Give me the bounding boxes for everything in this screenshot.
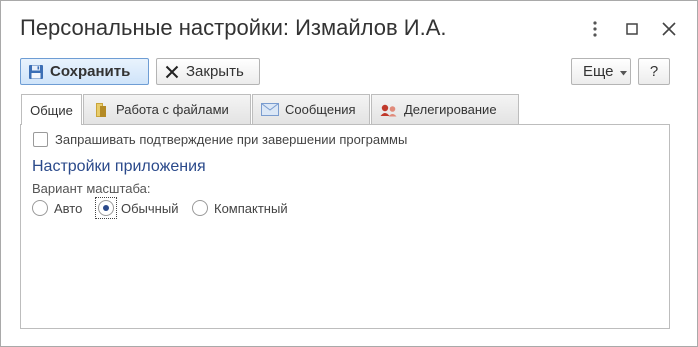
radio-button[interactable]: [192, 200, 208, 216]
scale-option-auto[interactable]: Авто: [32, 197, 82, 219]
section-title: Настройки приложения: [32, 158, 206, 175]
radio-button[interactable]: [98, 200, 114, 216]
confirm-exit-label[interactable]: Запрашивать подтверждение при завершении…: [55, 132, 407, 147]
tab-label: Делегирование: [404, 102, 497, 117]
radio-button[interactable]: [32, 200, 48, 216]
confirm-exit-checkbox[interactable]: [33, 132, 48, 147]
more-vertical-icon[interactable]: [585, 19, 605, 39]
tab-label: Сообщения: [285, 102, 356, 117]
tab-delegation[interactable]: Делегирование: [371, 94, 519, 124]
close-button-label: Закрыть: [186, 63, 244, 80]
maximize-icon[interactable]: [622, 19, 642, 39]
help-button[interactable]: ?: [638, 58, 670, 85]
scale-option-label: Обычный: [121, 200, 179, 216]
dropdown-arrow-icon: [619, 63, 627, 80]
toolbar: Сохранить Закрыть Еще ?: [20, 58, 672, 86]
tab-label: Работа с файлами: [116, 102, 229, 117]
title-bar: Персональные настройки: Измайлов И.А.: [1, 1, 697, 57]
folder-icon: [92, 101, 110, 119]
settings-window: Персональные настройки: Измайлов И.А. Со…: [0, 0, 698, 347]
delegation-icon: [380, 101, 398, 119]
save-button[interactable]: Сохранить: [20, 58, 149, 85]
x-icon: [162, 62, 182, 82]
scale-option-compact[interactable]: Компактный: [192, 197, 288, 219]
focus-outline: [95, 197, 117, 219]
more-menu-button[interactable]: Еще: [571, 58, 631, 85]
envelope-icon: [261, 101, 279, 119]
scale-label: Вариант масштаба:: [32, 181, 151, 196]
floppy-disk-icon: [26, 62, 46, 82]
window-title: Персональные настройки: Измайлов И.А.: [20, 15, 447, 40]
scale-option-label: Авто: [54, 200, 83, 216]
tab-files[interactable]: Работа с файлами: [83, 94, 251, 124]
save-button-label: Сохранить: [50, 63, 131, 80]
close-button[interactable]: Закрыть: [156, 58, 260, 85]
tab-messages[interactable]: Сообщения: [252, 94, 370, 124]
more-button-label: Еще: [583, 63, 614, 80]
close-icon[interactable]: [659, 19, 679, 39]
scale-option-normal[interactable]: Обычный: [95, 197, 178, 219]
help-button-label: ?: [649, 63, 659, 80]
tab-general[interactable]: Общие: [21, 94, 82, 125]
general-tab-panel: Запрашивать подтверждение при завершении…: [20, 124, 670, 329]
scale-option-label: Компактный: [214, 200, 288, 216]
confirm-exit-row: Запрашивать подтверждение при завершении…: [33, 132, 407, 147]
tab-label: Общие: [30, 102, 73, 118]
